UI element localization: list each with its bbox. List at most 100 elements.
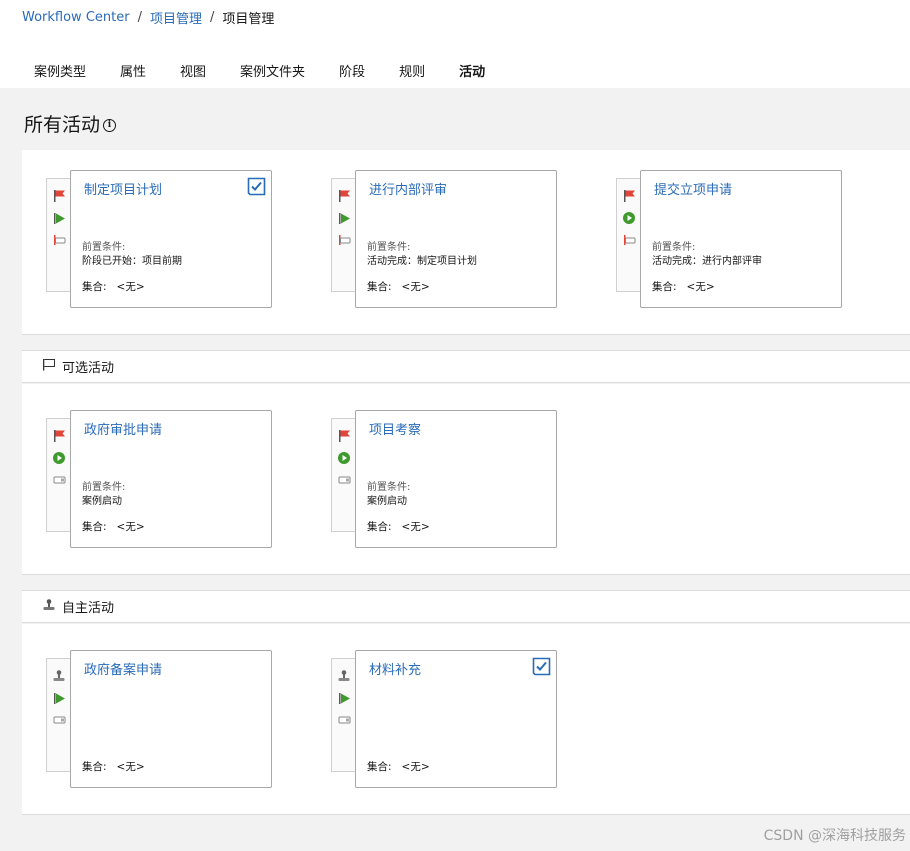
stamp-icon — [52, 669, 66, 683]
play-icon — [52, 691, 66, 705]
collection-label: 集合: — [652, 281, 677, 293]
precondition-value: 活动完成：制定项目计划 — [367, 256, 477, 267]
precondition-value: 活动完成：进行内部评审 — [652, 256, 762, 267]
tab-activities[interactable]: 活动 — [443, 56, 502, 91]
collection-row: 集合: <无> — [367, 279, 430, 294]
card-icon-rail — [331, 418, 357, 532]
stop-icon — [52, 233, 66, 247]
breadcrumb-project[interactable]: 项目管理 — [150, 8, 202, 27]
collection-row: 集合: <无> — [82, 279, 145, 294]
optional-activities-header: 可选活动 — [22, 350, 910, 383]
tab-case-folder[interactable]: 案例文件夹 — [224, 56, 322, 91]
activity-card: 进行内部评审 前置条件: 活动完成：制定项目计划 集合: <无> — [331, 170, 557, 308]
activity-title[interactable]: 制定项目计划 — [84, 179, 162, 198]
stop-icon — [622, 233, 636, 247]
precondition-label: 前置条件: — [367, 482, 411, 493]
activity-card-body[interactable]: 制定项目计划 前置条件: 阶段已开始：项目前期 集合: <无> — [70, 170, 272, 308]
stamp-icon — [42, 598, 56, 616]
play-icon — [337, 691, 351, 705]
info-icon[interactable]: i — [103, 118, 117, 132]
collection-row: 集合: <无> — [367, 759, 430, 774]
collection-row: 集合: <无> — [652, 279, 715, 294]
activity-card-body[interactable]: 政府备案申请 集合: <无> — [70, 650, 272, 788]
collection-label: 集合: — [367, 761, 392, 773]
collection-label: 集合: — [82, 521, 107, 533]
collection-row: 集合: <无> — [82, 759, 145, 774]
flag-icon — [52, 429, 66, 443]
activity-card: 制定项目计划 前置条件: 阶段已开始：项目前期 集合: <无> — [46, 170, 272, 308]
breadcrumb: Workflow Center / 项目管理 / 项目管理 — [22, 8, 274, 27]
checkmark-icon[interactable] — [532, 657, 551, 676]
precondition-label: 前置条件: — [82, 482, 126, 493]
activity-card-body[interactable]: 提交立项申请 前置条件: 活动完成：进行内部评审 集合: <无> — [640, 170, 842, 308]
tab-bar: 案例类型 属性 视图 案例文件夹 阶段 规则 活动 — [18, 56, 502, 91]
tab-rules[interactable]: 规则 — [383, 56, 442, 91]
collection-value: <无> — [686, 281, 715, 293]
collection-row: 集合: <无> — [367, 519, 430, 534]
tab-case-type[interactable]: 案例类型 — [18, 56, 103, 91]
play-icon — [337, 211, 351, 225]
optional-activities-label: 可选活动 — [62, 361, 115, 376]
precondition-value: 案例启动 — [367, 496, 407, 507]
divider — [22, 334, 910, 335]
play-icon — [622, 211, 636, 225]
card-icon-rail — [331, 658, 357, 772]
activity-title[interactable]: 材料补充 — [369, 659, 421, 678]
activity-card-body[interactable]: 项目考察 前置条件: 案例启动 集合: <无> — [355, 410, 557, 548]
card-icon-rail — [331, 178, 357, 292]
discretionary-activities-header: 自主活动 — [22, 590, 910, 623]
precondition-value: 案例启动 — [82, 496, 122, 507]
flag-outline-icon — [42, 358, 56, 375]
stop-icon — [52, 713, 66, 727]
discretionary-activities-label: 自主活动 — [62, 601, 115, 616]
play-icon — [52, 211, 66, 225]
activity-card-body[interactable]: 政府审批申请 前置条件: 案例启动 集合: <无> — [70, 410, 272, 548]
page-title-text: 所有活动 — [24, 114, 101, 136]
play-icon — [52, 451, 66, 465]
activity-card-body[interactable]: 材料补充 集合: <无> — [355, 650, 557, 788]
activity-card-body[interactable]: 进行内部评审 前置条件: 活动完成：制定项目计划 集合: <无> — [355, 170, 557, 308]
flag-icon — [337, 429, 351, 443]
collection-value: <无> — [116, 521, 145, 533]
tab-views[interactable]: 视图 — [164, 56, 223, 91]
collection-value: <无> — [401, 761, 430, 773]
activity-card: 政府备案申请 集合: <无> — [46, 650, 272, 788]
collection-label: 集合: — [367, 281, 392, 293]
activity-title[interactable]: 进行内部评审 — [369, 179, 447, 198]
precondition-label: 前置条件: — [652, 242, 696, 253]
stamp-icon — [337, 669, 351, 683]
checkmark-icon[interactable] — [247, 177, 266, 196]
precondition-label: 前置条件: — [367, 242, 411, 253]
stop-icon — [337, 233, 351, 247]
collection-row: 集合: <无> — [82, 519, 145, 534]
collection-value: <无> — [116, 281, 145, 293]
activity-title[interactable]: 项目考察 — [369, 419, 421, 438]
flag-icon — [52, 189, 66, 203]
divider — [22, 574, 910, 575]
tab-stages[interactable]: 阶段 — [323, 56, 382, 91]
breadcrumb-workflow-center[interactable]: Workflow Center — [22, 10, 130, 25]
card-icon-rail — [616, 178, 642, 292]
activity-card: 项目考察 前置条件: 案例启动 集合: <无> — [331, 410, 557, 548]
collection-label: 集合: — [367, 521, 392, 533]
activity-card: 材料补充 集合: <无> — [331, 650, 557, 788]
collection-value: <无> — [401, 521, 430, 533]
card-icon-rail — [46, 658, 72, 772]
activity-title[interactable]: 政府备案申请 — [84, 659, 162, 678]
activity-title[interactable]: 提交立项申请 — [654, 179, 732, 198]
breadcrumb-separator: / — [137, 10, 142, 25]
tab-properties[interactable]: 属性 — [104, 56, 163, 91]
flag-icon — [337, 189, 351, 203]
stop-icon — [337, 473, 351, 487]
stop-icon — [337, 713, 351, 727]
activity-title[interactable]: 政府审批申请 — [84, 419, 162, 438]
watermark: CSDN @深海科技服务 — [763, 828, 906, 844]
activity-card: 提交立项申请 前置条件: 活动完成：进行内部评审 集合: <无> — [616, 170, 842, 308]
play-icon — [337, 451, 351, 465]
divider — [22, 814, 910, 815]
precondition-value: 阶段已开始：项目前期 — [82, 256, 182, 267]
collection-value: <无> — [401, 281, 430, 293]
breadcrumb-current: 项目管理 — [222, 12, 275, 27]
page-title: 所有活动 i — [24, 110, 117, 137]
flag-icon — [622, 189, 636, 203]
